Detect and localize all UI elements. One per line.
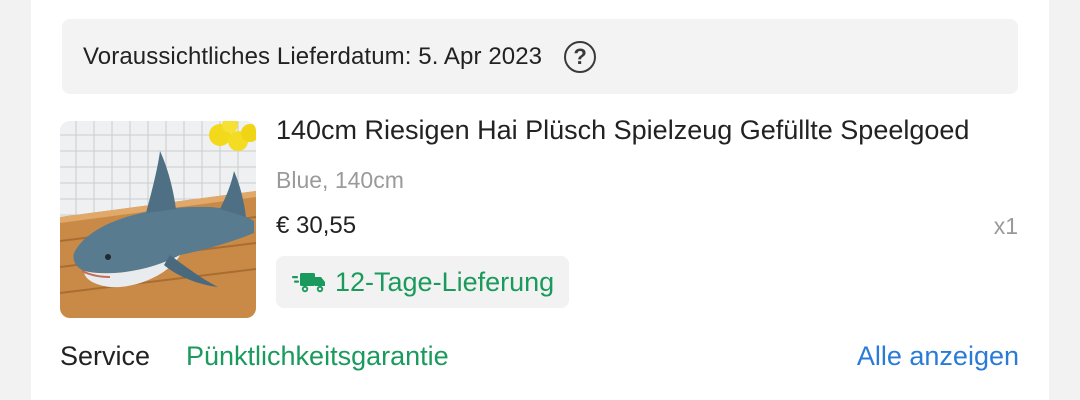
shipping-badge: 12-Tage-Lieferung xyxy=(276,256,570,308)
delivery-date-banner: Voraussichtliches Lieferdatum: 5. Apr 20… xyxy=(62,19,1018,94)
service-label: Service xyxy=(60,341,151,371)
truck-fast-icon xyxy=(292,273,325,293)
delivery-date-text: Voraussichtliches Lieferdatum: 5. Apr 20… xyxy=(83,42,543,70)
product-variant: Blue, 140cm xyxy=(276,167,404,193)
product-price: € 30,55 xyxy=(276,212,357,239)
order-item-card: Voraussichtliches Lieferdatum: 5. Apr 20… xyxy=(31,0,1049,400)
shipping-label: 12-Tage-Lieferung xyxy=(335,266,555,297)
question-circle-icon[interactable]: ? xyxy=(564,40,597,73)
product-quantity: x1 xyxy=(993,213,1018,239)
product-title[interactable]: 140cm Riesigen Hai Plüsch Spielzeug Gefü… xyxy=(276,115,1021,146)
service-guarantee-link[interactable]: Pünktlichkeitsgarantie xyxy=(186,341,449,372)
product-image[interactable] xyxy=(60,121,256,318)
show-all-link[interactable]: Alle anzeigen xyxy=(857,341,1019,372)
shark-plush-image xyxy=(60,121,256,318)
